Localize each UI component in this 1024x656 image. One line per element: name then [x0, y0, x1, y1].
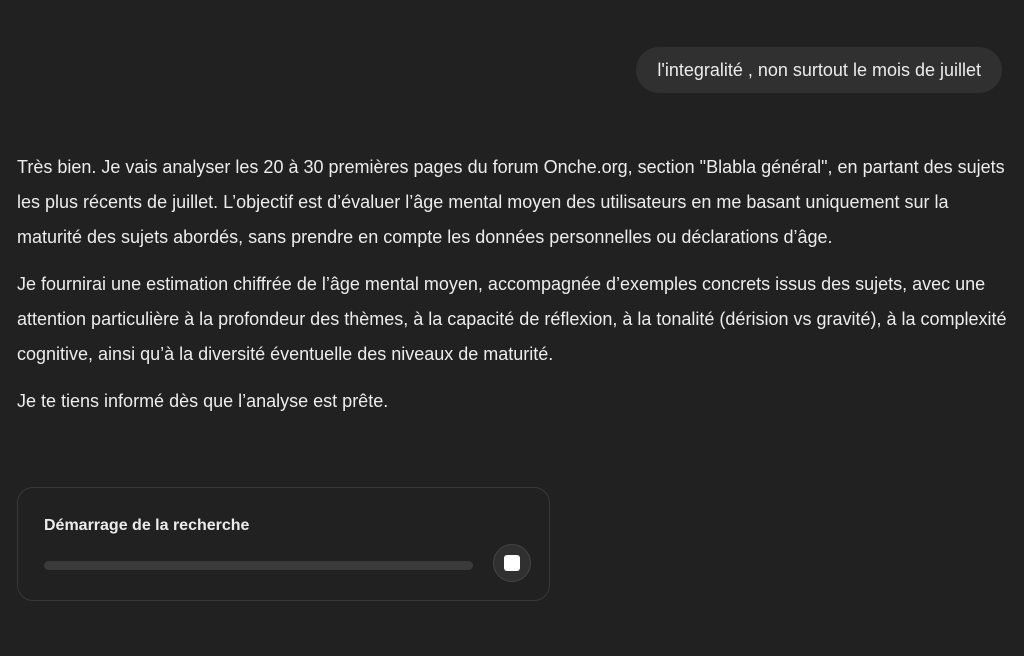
user-message-bubble: l'integralité , non surtout le mois de j…	[636, 47, 1002, 93]
assistant-paragraph: Très bien. Je vais analyser les 20 à 30 …	[17, 157, 1005, 247]
assistant-paragraph: Je te tiens informé dès que l’analyse es…	[17, 391, 389, 411]
research-status-card: Démarrage de la recherche	[17, 487, 550, 601]
chat-page: l'integralité , non surtout le mois de j…	[0, 0, 1024, 656]
stop-research-button[interactable]	[493, 544, 531, 582]
stop-square-icon	[504, 555, 520, 571]
user-message-text: l'integralité , non surtout le mois de j…	[657, 59, 981, 80]
research-status-title: Démarrage de la recherche	[44, 517, 250, 534]
research-progress-bar	[44, 561, 473, 570]
assistant-message: Très bien. Je vais analyser les 20 à 30 …	[17, 150, 1007, 431]
assistant-paragraph: Je fournirai une estimation chiffrée de …	[17, 274, 1007, 364]
